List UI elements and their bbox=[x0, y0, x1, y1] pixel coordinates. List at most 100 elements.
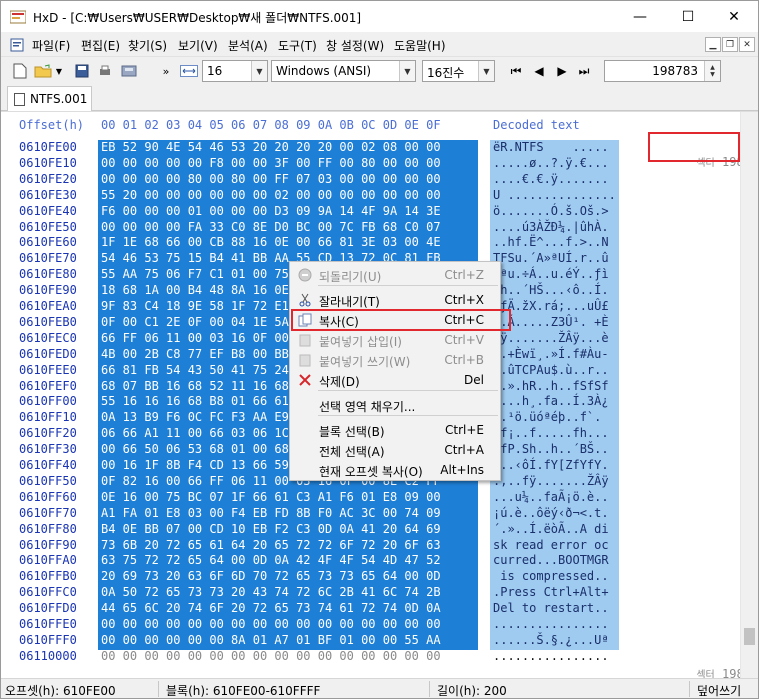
row-offset: 0610FEA0 bbox=[19, 299, 77, 313]
row-hex-bytes[interactable]: 73 6B 20 72 65 61 64 20 65 72 72 6F 72 2… bbox=[101, 538, 441, 552]
row-decoded-text[interactable]: U ............... bbox=[493, 188, 616, 202]
row-decoded-text[interactable]: is compressed.. bbox=[493, 569, 608, 583]
row-hex-bytes[interactable]: EB 52 90 4E 54 46 53 20 20 20 20 00 02 0… bbox=[101, 140, 441, 154]
row-hex-bytes[interactable]: 44 65 6C 20 74 6F 20 72 65 73 74 61 72 7… bbox=[101, 601, 441, 615]
row-hex-bytes[interactable]: 00 00 00 00 00 00 00 00 00 00 00 00 00 0… bbox=[101, 617, 441, 631]
bytes-per-row-select[interactable]: 16 ▼ bbox=[202, 60, 268, 82]
offset-base-select[interactable]: 16진수 ▼ bbox=[422, 60, 495, 82]
menu-tools[interactable]: 도구(T) bbox=[278, 37, 317, 54]
close-button[interactable]: ✕ bbox=[711, 1, 757, 32]
row-offset: 0610FF40 bbox=[19, 458, 77, 472]
row-decoded-text[interactable]: .Press Ctrl+Alt+ bbox=[493, 585, 609, 599]
context-menu-item-copy-offset[interactable]: 현재 오프셋 복사(O) Alt+Ins bbox=[292, 460, 498, 480]
context-menu-item-select-all[interactable]: 전체 선택(A) Ctrl+A bbox=[292, 440, 498, 460]
menu-analysis[interactable]: 분석(A) bbox=[228, 37, 268, 54]
row-hex-bytes[interactable]: 0E 16 00 75 BC 07 1F 66 61 C3 A1 F6 01 E… bbox=[101, 490, 441, 504]
row-hex-bytes[interactable]: 00 00 00 00 00 00 8A 01 A7 01 BF 01 00 0… bbox=[101, 633, 441, 647]
context-menu-item-paste-insert[interactable]: 붙여넣기 삽입(I) Ctrl+V bbox=[292, 330, 498, 350]
row-decoded-text[interactable]: ......Š.§.¿...Uª bbox=[493, 633, 609, 647]
open-dropdown-button[interactable]: ▼ bbox=[54, 62, 64, 80]
row-decoded-text[interactable]: ...u¼..faÃ¡ö.è.. bbox=[493, 490, 609, 504]
menu-window[interactable]: 창 설정(W) bbox=[326, 37, 384, 54]
open-file-button[interactable] bbox=[34, 62, 52, 80]
row-decoded-text[interactable]: ´.»..Í.ëòÃ..A di bbox=[493, 522, 609, 536]
row-decoded-text[interactable]: ..¹ö.üóªéþ..f`. bbox=[493, 410, 601, 424]
save-button[interactable] bbox=[73, 62, 91, 80]
row-decoded-text[interactable]: K.+Èwï¸.»Í.f#Àu- bbox=[493, 347, 609, 361]
row-hex-bytes[interactable]: 00 00 00 00 00 00 00 00 00 00 00 00 00 0… bbox=[101, 649, 441, 663]
overflow-chevron-icon: » bbox=[162, 64, 170, 78]
context-menu-item-select-block[interactable]: 블록 선택(B) Ctrl+E bbox=[292, 420, 498, 440]
first-sector-button[interactable]: ⏮ bbox=[507, 62, 525, 80]
mdi-close-button[interactable]: ✕ bbox=[739, 37, 755, 52]
previous-sector-button[interactable]: ◀ bbox=[530, 62, 548, 80]
row-decoded-text[interactable]: ....€.€.ÿ....... bbox=[493, 172, 609, 186]
context-menu-item-fill-selection[interactable]: 선택 영역 채우기... bbox=[292, 395, 498, 415]
row-decoded-text[interactable]: Del to restart.. bbox=[493, 601, 609, 615]
tab-ntfs-001[interactable]: NTFS.001 bbox=[7, 86, 92, 111]
mdi-restore-button[interactable]: ❐ bbox=[722, 37, 738, 52]
vertical-scrollbar[interactable] bbox=[740, 112, 758, 678]
row-decoded-text[interactable]: .fP.Sh..h..´BŠ.. bbox=[493, 442, 609, 456]
columns-width-icon bbox=[180, 65, 198, 77]
print-button[interactable] bbox=[96, 62, 114, 80]
context-menu-item-undo[interactable]: 되돌리기(U) Ctrl+Z bbox=[292, 265, 498, 285]
new-file-button[interactable] bbox=[11, 62, 29, 80]
row-decoded-text[interactable]: ö.......Ó.š.Oš.> bbox=[493, 204, 609, 218]
toolbar-overflow-button[interactable]: » bbox=[157, 62, 175, 80]
minimize-button[interactable]: — bbox=[617, 1, 663, 32]
row-decoded-text[interactable]: ................ bbox=[493, 617, 609, 631]
row-decoded-text[interactable]: h.».hR..h..fSfSf bbox=[493, 379, 609, 393]
row-decoded-text[interactable]: ¡ú.è..ôëý‹ð¬<.t. bbox=[493, 506, 609, 520]
row-hex-bytes[interactable]: 20 69 73 20 63 6F 6D 70 72 65 73 73 65 6… bbox=[101, 569, 441, 583]
row-decoded-text[interactable]: .....ø..?.ÿ.€... bbox=[493, 156, 609, 170]
sector-number-input[interactable]: 198783 ▲ ▼ bbox=[604, 60, 721, 82]
row-decoded-text[interactable]: .‚..fÿ.......ŽÂÿ bbox=[493, 474, 609, 488]
bytes-per-row-icon-button[interactable] bbox=[180, 62, 198, 80]
scrollbar-thumb[interactable] bbox=[744, 628, 755, 645]
menu-view[interactable]: 보기(V) bbox=[178, 37, 218, 54]
row-hex-bytes[interactable]: F6 00 00 00 01 00 00 00 D3 09 9A 14 4F 9… bbox=[101, 204, 441, 218]
row-hex-bytes[interactable]: 00 00 00 00 00 F8 00 00 3F 00 FF 00 80 0… bbox=[101, 156, 441, 170]
menu-search[interactable]: 찾기(S) bbox=[128, 37, 167, 54]
row-decoded-text[interactable]: U...h¸.fa..Í.3À¿ bbox=[493, 394, 609, 408]
decoded-column-header: Decoded text bbox=[493, 118, 580, 132]
row-decoded-text[interactable]: ....ú3ÀŽĐ¼.|ûhÀ. bbox=[493, 220, 609, 234]
menu-item-shortcut: Ctrl+Z bbox=[444, 268, 484, 282]
row-decoded-text[interactable]: Uªu.÷Á..u.éÝ..ƒì bbox=[493, 267, 609, 281]
row-decoded-text[interactable]: ...‹ôÍ.fY[ZfYfY. bbox=[493, 458, 609, 472]
context-menu-item-paste-write[interactable]: 붙여넣기 쓰기(W) Ctrl+B bbox=[292, 350, 498, 370]
last-sector-button[interactable]: ⏭ bbox=[575, 62, 593, 80]
context-menu-item-delete[interactable]: 삭제(D) Del bbox=[292, 370, 498, 390]
row-decoded-text[interactable]: ëR.NTFS ..... bbox=[493, 140, 609, 154]
row-decoded-text[interactable]: sk read error oc bbox=[493, 538, 609, 552]
row-hex-bytes[interactable]: 00 00 00 00 FA 33 C0 8E D0 BC 00 7C FB 6… bbox=[101, 220, 441, 234]
maximize-button[interactable]: ☐ bbox=[665, 1, 711, 32]
row-decoded-text[interactable]: .f¡..f.....fh... bbox=[493, 426, 609, 440]
disk-button[interactable] bbox=[120, 62, 138, 80]
menu-help[interactable]: 도움말(H) bbox=[394, 37, 446, 54]
row-hex-bytes[interactable]: 00 00 00 00 80 00 80 00 FF 07 03 00 00 0… bbox=[101, 172, 441, 186]
row-decoded-text[interactable]: f.ûTCPAu$.ù..r.. bbox=[493, 363, 609, 377]
menu-file[interactable]: 파일(F) bbox=[32, 37, 70, 54]
next-sector-button[interactable]: ▶ bbox=[553, 62, 571, 80]
row-offset: 0610FF60 bbox=[19, 489, 77, 504]
charset-select[interactable]: Windows (ANSI) ▼ bbox=[271, 60, 416, 82]
menu-edit[interactable]: 편집(E) bbox=[81, 37, 120, 54]
row-decoded-text[interactable]: .h..´HŠ...‹ô..Í. bbox=[493, 283, 609, 297]
row-hex-bytes[interactable]: 55 20 00 00 00 00 00 00 02 00 00 00 00 0… bbox=[101, 188, 441, 202]
row-decoded-text[interactable]: curred...BOOTMGR bbox=[493, 553, 609, 567]
row-decoded-text[interactable]: TFSu.´A»ªUÍ.r..û bbox=[493, 251, 609, 265]
context-menu: 되돌리기(U) Ctrl+Z 잘라내기(T) Ctrl+X 복사(C) Ctrl+C 붙여넣… bbox=[289, 261, 501, 481]
row-hex-bytes[interactable]: 1F 1E 68 66 00 CB 88 16 0E 00 66 81 3E 0… bbox=[101, 235, 441, 249]
row-decoded-text[interactable]: ................ bbox=[493, 649, 609, 663]
row-hex-bytes[interactable]: B4 0E BB 07 00 CD 10 EB F2 C3 0D 0A 41 2… bbox=[101, 522, 441, 536]
mdi-minimize-button[interactable]: ▁ bbox=[705, 37, 721, 52]
row-hex-bytes[interactable]: A1 FA 01 E8 03 00 F4 EB FD 8B F0 AC 3C 0… bbox=[101, 506, 441, 520]
row-hex-bytes[interactable]: 0A 50 72 65 73 73 20 43 74 72 6C 2B 41 6… bbox=[101, 585, 441, 599]
row-hex-bytes[interactable]: 63 75 72 72 65 64 00 0D 0A 42 4F 4F 54 4… bbox=[101, 553, 441, 567]
context-menu-item-cut[interactable]: 잘라내기(T) Ctrl+X bbox=[292, 290, 498, 310]
row-decoded-text[interactable]: ..hf.Ë^...f.>..N bbox=[493, 235, 609, 249]
row-decoded-text[interactable]: fÿ.......ŽÂÿ...è bbox=[493, 331, 609, 345]
row-offset: 0610FF90 bbox=[19, 537, 77, 552]
